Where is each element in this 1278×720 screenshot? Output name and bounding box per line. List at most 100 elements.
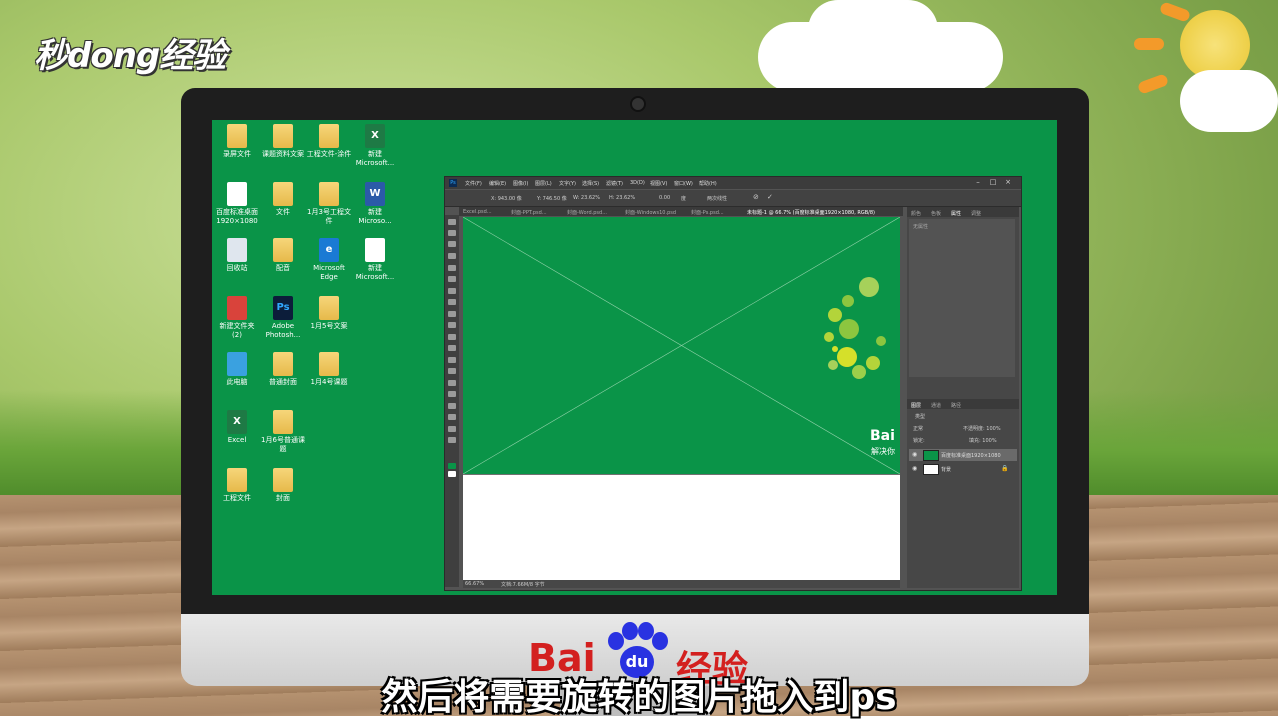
desktop-icon[interactable]: 此电脑 (214, 352, 260, 387)
gradient-tool-icon[interactable] (448, 345, 456, 351)
tab-word[interactable]: 封面-Word.psd... (567, 209, 607, 216)
menu-3d[interactable]: 3D(D) (630, 180, 645, 186)
angle-field[interactable]: 0.00 (659, 195, 670, 201)
w-field[interactable]: W: 23.62% (573, 195, 600, 201)
desktop-icon[interactable]: e Microsoft Edge (306, 238, 352, 282)
desktop-icon[interactable]: 1月4号课题 (306, 352, 352, 387)
desktop-icon[interactable]: 1月6号普通课题 (260, 410, 306, 454)
foreground-color-swatch[interactable] (448, 463, 456, 469)
tab-channels[interactable]: 通道 (931, 402, 941, 409)
zoom-level[interactable]: 66.67% (465, 581, 484, 587)
minimize-button[interactable]: – (971, 178, 985, 188)
desktop-icon-label: 1月4号课题 (310, 378, 348, 386)
tab-windows10[interactable]: 封面-Windows10.psd (625, 209, 676, 216)
menu-layer[interactable]: 图层(L) (535, 180, 552, 187)
folder-icon (273, 352, 293, 376)
brush-tool-icon[interactable] (448, 299, 456, 305)
desktop-icon[interactable]: 录屏文件 (214, 124, 260, 159)
tab-paths[interactable]: 路径 (951, 402, 961, 409)
desktop-icon[interactable]: 课题资料文案 (260, 124, 306, 159)
desktop-icon-label: Microsoft Edge (313, 264, 345, 281)
desktop-icon[interactable]: X Excel (214, 410, 260, 445)
tab-adjustments[interactable]: 调整 (971, 210, 981, 217)
eraser-tool-icon[interactable] (448, 334, 456, 340)
desktop-icon[interactable]: Ps Adobe Photosh... (260, 296, 306, 340)
eyedropper-tool-icon[interactable] (448, 276, 456, 282)
desktop-icon[interactable]: X 新建 Microsoft... (352, 124, 398, 168)
stamp-tool-icon[interactable] (448, 311, 456, 317)
desktop-icon[interactable]: 1月5号文案 (306, 296, 352, 331)
desktop-icon[interactable]: 新建文件夹 (2) (214, 296, 260, 340)
menu-help[interactable]: 帮助(H) (699, 180, 717, 187)
visibility-eye-icon[interactable]: ◉ (912, 451, 917, 458)
desktop-icon-label: 普通封面 (269, 378, 297, 386)
menu-filter[interactable]: 滤镜(T) (606, 180, 623, 187)
tab-ppt[interactable]: 封面-PPT.psd... (511, 209, 547, 216)
tab-layers[interactable]: 图层 (911, 402, 921, 409)
fill-field[interactable]: 填充: 100% (969, 437, 997, 444)
canvas-area[interactable]: Bai 解决你 (463, 217, 900, 580)
placed-image[interactable]: Bai 解决你 (463, 217, 900, 474)
desktop-icon[interactable]: W 新建 Microso... (352, 182, 398, 226)
cancel-transform-icon[interactable]: ⊘ (753, 193, 759, 201)
menu-type[interactable]: 文字(Y) (559, 180, 576, 187)
magic-wand-tool-icon[interactable] (448, 253, 456, 259)
desktop-icon[interactable]: 回收站 (214, 238, 260, 273)
desktop-icon[interactable]: 工程文件-涂件 (306, 124, 352, 159)
menu-image[interactable]: 图像(I) (513, 180, 528, 187)
menu-edit[interactable]: 编辑(E) (489, 180, 506, 187)
tab-swatches[interactable]: 色板 (931, 210, 941, 217)
close-button[interactable]: × (1001, 178, 1015, 188)
layer-row[interactable]: ◉ 百度标准桌面1920×1080 (909, 449, 1017, 461)
marquee-tool-icon[interactable] (448, 230, 456, 236)
x-field[interactable]: X: 943.00 像 (491, 195, 522, 202)
type-tool-icon[interactable] (448, 391, 456, 397)
tab-properties[interactable]: 属性 (951, 210, 961, 217)
menu-select[interactable]: 选择(S) (582, 180, 599, 187)
menu-view[interactable]: 视图(V) (650, 180, 667, 187)
desktop-icon[interactable]: 配音 (260, 238, 306, 273)
blend-mode-select[interactable]: 正常 (913, 425, 923, 432)
desktop-icon[interactable]: 普通封面 (260, 352, 306, 387)
desktop-icon[interactable]: 新建 Microsoft... (352, 238, 398, 282)
lasso-tool-icon[interactable] (448, 241, 456, 247)
h-field[interactable]: H: 23.62% (609, 195, 635, 201)
desktop-icon[interactable]: 文件 (260, 182, 306, 217)
desktop-icon[interactable]: 1月3号工程文件 (306, 182, 352, 226)
opacity-field[interactable]: 不透明度: 100% (963, 425, 1001, 432)
layer-row[interactable]: ◉ 背景 🔒 (909, 463, 1017, 475)
maximize-button[interactable]: □ (986, 178, 1000, 188)
canvas-background[interactable] (463, 475, 900, 580)
bin-icon (227, 238, 247, 262)
healing-tool-icon[interactable] (448, 288, 456, 294)
history-brush-tool-icon[interactable] (448, 322, 456, 328)
blur-tool-icon[interactable] (448, 357, 456, 363)
background-color-swatch[interactable] (448, 471, 456, 477)
layer-kind-filter[interactable]: 类型 (915, 413, 925, 420)
watermark-logo: 秒dong经验 (34, 36, 226, 76)
interpolation-select[interactable]: 两次线性 (707, 195, 727, 202)
desktop-icon-label: Adobe Photosh... (265, 322, 301, 339)
shape-tool-icon[interactable] (448, 414, 456, 420)
commit-transform-icon[interactable]: ✓ (767, 193, 773, 201)
tab-ps[interactable]: 封面-Ps.psd... (691, 209, 724, 216)
visibility-eye-icon[interactable]: ◉ (912, 465, 917, 472)
crop-tool-icon[interactable] (448, 265, 456, 271)
menu-window[interactable]: 窗口(W) (674, 180, 693, 187)
tab-untitled[interactable]: 未标题-1 @ 66.7% (百度标准桌面1920×1080, RGB/8) (747, 209, 875, 216)
y-field[interactable]: Y: 746.50 像 (537, 195, 567, 202)
desktop-icon[interactable]: 百度标准桌面1920×1080 (214, 182, 260, 226)
status-bar: 66.67% 文档:7.66M/8 字节 (463, 580, 900, 588)
tab-excel[interactable]: Excel.psd... (463, 209, 492, 215)
dodge-tool-icon[interactable] (448, 368, 456, 374)
zoom-tool-icon[interactable] (448, 437, 456, 443)
hand-tool-icon[interactable] (448, 426, 456, 432)
tab-color[interactable]: 颜色 (911, 210, 921, 217)
desktop-icon[interactable]: 封面 (260, 468, 306, 503)
desktop-icon[interactable]: 工程文件 (214, 468, 260, 503)
pen-tool-icon[interactable] (448, 380, 456, 386)
path-select-tool-icon[interactable] (448, 403, 456, 409)
ps-icon: Ps (273, 296, 293, 320)
move-tool-icon[interactable] (448, 219, 456, 225)
menu-file[interactable]: 文件(F) (465, 180, 482, 187)
